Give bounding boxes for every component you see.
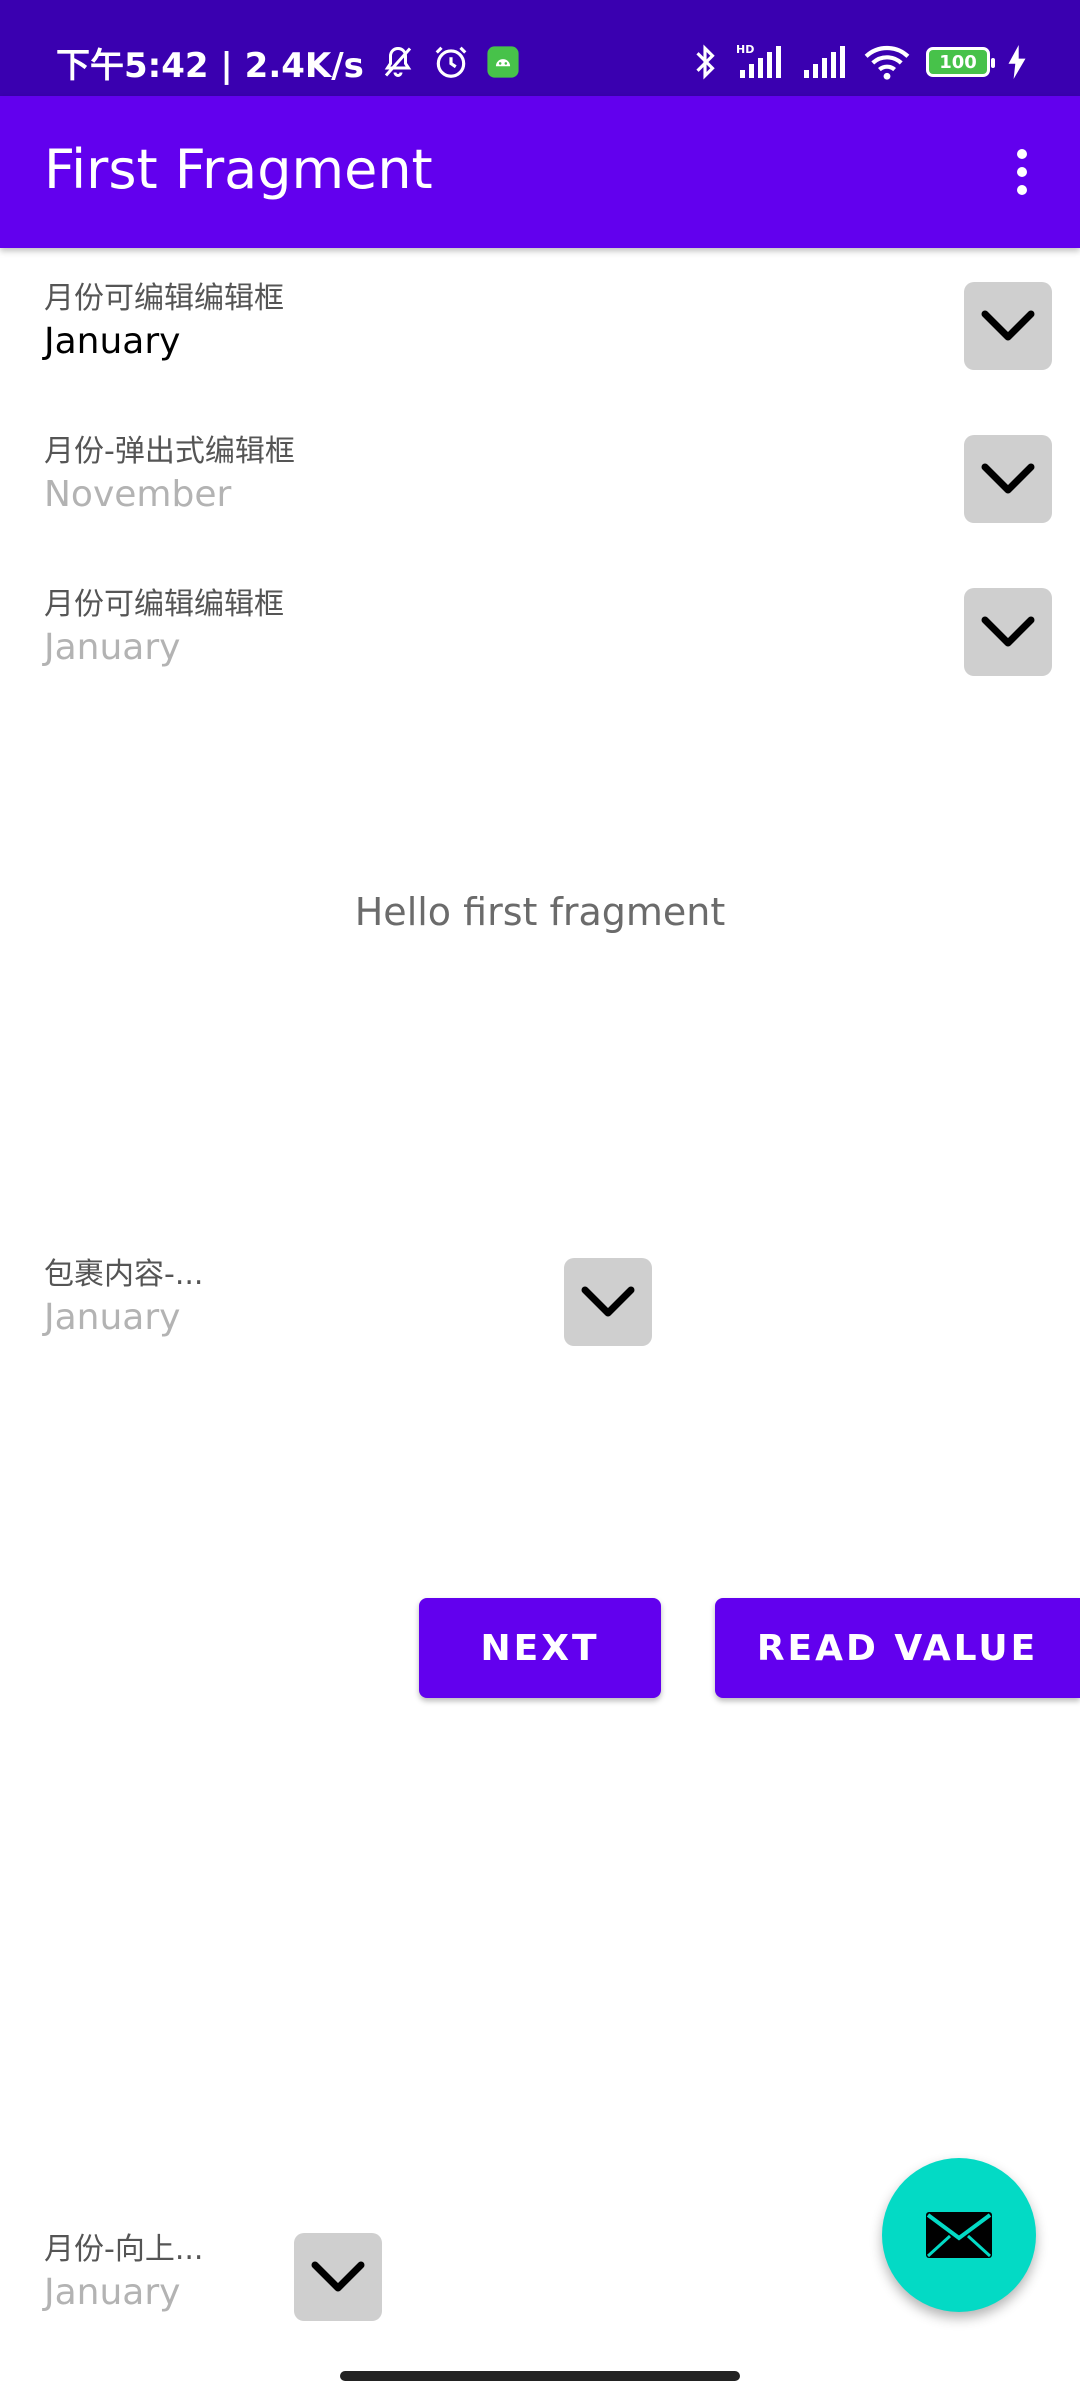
dropdown-button-1[interactable] <box>964 282 1052 370</box>
dropdown-button-5[interactable] <box>294 2233 382 2321</box>
chevron-down-icon <box>981 310 1035 341</box>
dropdown-button-2[interactable] <box>964 435 1052 523</box>
app-bar-title: First Fragment <box>44 138 433 201</box>
status-right: HD 100 <box>690 38 1028 86</box>
signal-icon <box>802 42 848 82</box>
status-bar: 下午5:42 | 2.4K/s HD 100 <box>0 0 1080 96</box>
field-value[interactable]: January <box>44 2269 203 2317</box>
field-label: 月份可编辑编辑框 <box>44 281 284 316</box>
status-left: 下午5:42 | 2.4K/s <box>56 38 520 86</box>
field-value[interactable]: January <box>44 318 284 366</box>
field-label: 月份-弹出式编辑框 <box>44 434 295 469</box>
chevron-down-icon <box>581 1286 635 1317</box>
hd-signal-icon: HD <box>736 42 786 82</box>
svg-text:HD: HD <box>736 43 754 56</box>
field-value[interactable]: January <box>44 624 284 672</box>
chevron-down-icon <box>311 2261 365 2292</box>
overflow-menu-icon[interactable] <box>992 142 1052 202</box>
field-label: 包裹内容-... <box>44 1257 204 1292</box>
mute-bell-icon <box>380 44 416 80</box>
bluetooth-icon <box>690 42 720 82</box>
month-editable-field-1[interactable]: 月份可编辑编辑框 January <box>44 280 284 366</box>
field-label: 月份-向上... <box>44 2232 204 2267</box>
hello-text: Hello first fragment <box>354 890 726 934</box>
app-bar: First Fragment <box>0 96 1080 248</box>
month-editable-field-2[interactable]: 月份可编辑编辑框 January <box>44 586 284 672</box>
overflow-dot <box>1017 167 1027 177</box>
charging-icon <box>1006 45 1028 79</box>
read-value-button[interactable]: READ VALUE <box>715 1598 1080 1698</box>
overflow-dot <box>1017 149 1027 159</box>
status-time-speed: 下午5:42 | 2.4K/s <box>56 45 364 86</box>
dropdown-button-3[interactable] <box>964 588 1052 676</box>
chevron-down-icon <box>981 463 1035 494</box>
chevron-down-icon <box>981 616 1035 647</box>
month-popup-field[interactable]: 月份-弹出式编辑框 November <box>44 433 295 519</box>
dropdown-button-4[interactable] <box>564 1258 652 1346</box>
wifi-icon <box>864 43 910 81</box>
field-value[interactable]: November <box>44 471 295 519</box>
email-icon <box>926 2212 992 2258</box>
package-content-field[interactable]: 包裹内容-... January <box>44 1256 203 1342</box>
android-notification-icon <box>486 45 520 79</box>
alarm-icon <box>432 43 470 81</box>
email-fab-button[interactable] <box>882 2158 1036 2312</box>
overflow-dot <box>1017 185 1027 195</box>
home-indicator[interactable] <box>340 2371 740 2381</box>
field-value[interactable]: January <box>44 1294 203 1342</box>
battery-icon: 100 <box>926 47 995 77</box>
next-button[interactable]: NEXT <box>419 1598 661 1698</box>
month-up-field[interactable]: 月份-向上... January <box>44 2231 203 2317</box>
field-label: 月份可编辑编辑框 <box>44 587 284 622</box>
